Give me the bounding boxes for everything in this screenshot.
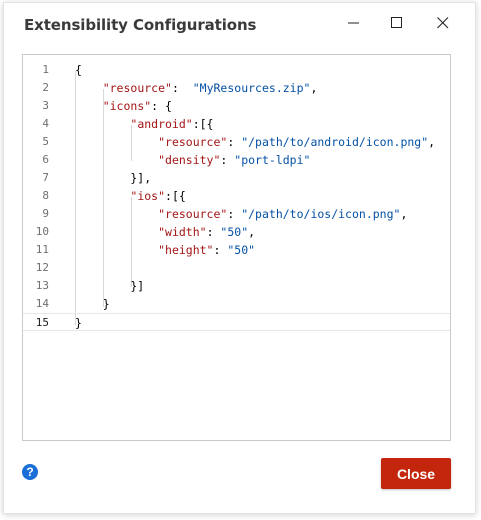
code-line[interactable]: 1{ [23,61,450,79]
json-punctuation: }] [75,279,145,293]
json-key: "icons" [102,99,152,113]
code-line[interactable]: 15} [23,313,450,331]
line-number: 8 [42,189,49,202]
code-text: "ios":[{ [75,187,186,205]
line-number: 13 [35,279,49,292]
json-string: "port-ldpi" [234,153,311,167]
json-punctuation: :[{ [192,117,214,131]
line-number: 12 [35,261,49,274]
json-string: "MyResources.zip" [192,81,311,95]
code-text: }], [75,169,151,187]
line-number: 14 [35,297,49,310]
json-key: "android" [130,117,193,131]
json-key: "ios" [130,189,166,203]
line-number: 6 [42,153,49,166]
json-code-editor[interactable]: 1{2 "resource": "MyResources.zip", 3 "ico… [22,54,451,441]
json-punctuation [75,153,158,167]
json-punctuation: : [213,243,228,257]
json-punctuation: : [227,135,242,149]
json-punctuation [75,243,158,257]
json-punctuation: : [171,81,193,95]
json-punctuation: : { [151,99,172,113]
json-key: "resource" [102,81,172,95]
code-text: } [75,295,110,313]
title-bar[interactable]: Extensibility Configurations [4,3,475,43]
maximize-button[interactable] [380,9,414,37]
json-punctuation: { [75,63,82,77]
json-punctuation [75,189,130,203]
extensibility-dialog: Extensibility Configurations 1{2 "resour… [3,2,476,514]
line-number: 5 [42,135,49,148]
code-line[interactable]: 7 }], [23,169,450,187]
code-line[interactable]: 3 "icons": { [23,97,450,115]
json-punctuation: , [428,135,436,149]
code-text: "density": "port-ldpi" [75,151,310,169]
json-punctuation: :[{ [165,189,186,203]
code-text: { [75,61,82,79]
json-punctuation [75,81,103,95]
json-string: "50" [227,243,256,257]
json-punctuation: : [227,207,242,221]
json-punctuation: , [248,225,256,239]
code-text: "icons": { [75,97,172,115]
json-punctuation: }], [75,171,152,185]
code-text: "resource": "MyResources.zip", [75,79,318,97]
json-punctuation: : [206,225,221,239]
window-close-button[interactable] [426,9,460,37]
line-number: 11 [35,243,49,256]
minimize-icon [348,22,359,24]
code-line[interactable]: 11 "height": "50" [23,241,450,259]
line-number: 1 [42,63,49,76]
maximize-icon [391,17,402,28]
code-line[interactable]: 9 "resource": "/path/to/ios/icon.png", [23,205,450,223]
code-text: "height": "50" [75,241,255,259]
line-number: 7 [42,171,49,184]
line-number: 3 [42,99,49,112]
json-key: "height" [158,243,214,257]
json-key: "resource" [158,135,228,149]
code-line[interactable]: 6 "density": "port-ldpi" [23,151,450,169]
code-line[interactable]: 13 }] [23,277,450,295]
close-button[interactable]: Close [381,458,451,489]
close-icon [437,17,449,29]
line-number: 4 [42,117,49,130]
line-number: 15 [35,316,49,329]
json-string: "50" [220,225,249,239]
line-number: 10 [35,225,49,238]
code-line[interactable]: 5 "resource": "/path/to/android/icon.png… [23,133,450,151]
code-text: "width": "50", [75,223,255,241]
json-punctuation [75,225,158,239]
json-punctuation [75,135,158,149]
json-string: "/path/to/android/icon.png" [241,135,429,149]
code-line[interactable]: 8 "ios":[{ [23,187,450,205]
dialog-title: Extensibility Configurations [24,16,257,34]
code-text: } [75,314,82,332]
json-key: "resource" [158,207,228,221]
code-line[interactable]: 4 "android":[{ [23,115,450,133]
minimize-button[interactable] [337,9,371,37]
code-line[interactable]: 2 "resource": "MyResources.zip", [23,79,450,97]
json-key: "density" [158,153,221,167]
json-punctuation [75,99,103,113]
code-text: "resource": "/path/to/android/icon.png", [75,133,435,151]
json-key: "width" [158,225,207,239]
json-punctuation: } [75,316,82,330]
code-line[interactable]: 14 } [23,295,450,313]
json-string: "/path/to/ios/icon.png" [241,207,401,221]
line-number: 9 [42,207,49,220]
code-text: "android":[{ [75,115,213,133]
json-punctuation: , [400,207,408,221]
json-punctuation [75,117,130,131]
json-punctuation: } [75,297,110,311]
json-punctuation: , [310,81,318,95]
json-punctuation [75,207,158,221]
help-icon[interactable]: ? [22,464,38,480]
code-text: }] [75,277,144,295]
code-line[interactable]: 10 "width": "50", [23,223,450,241]
json-punctuation: : [220,153,235,167]
code-text: "resource": "/path/to/ios/icon.png", [75,205,407,223]
line-number: 2 [42,81,49,94]
code-line[interactable]: 12 [23,259,450,277]
